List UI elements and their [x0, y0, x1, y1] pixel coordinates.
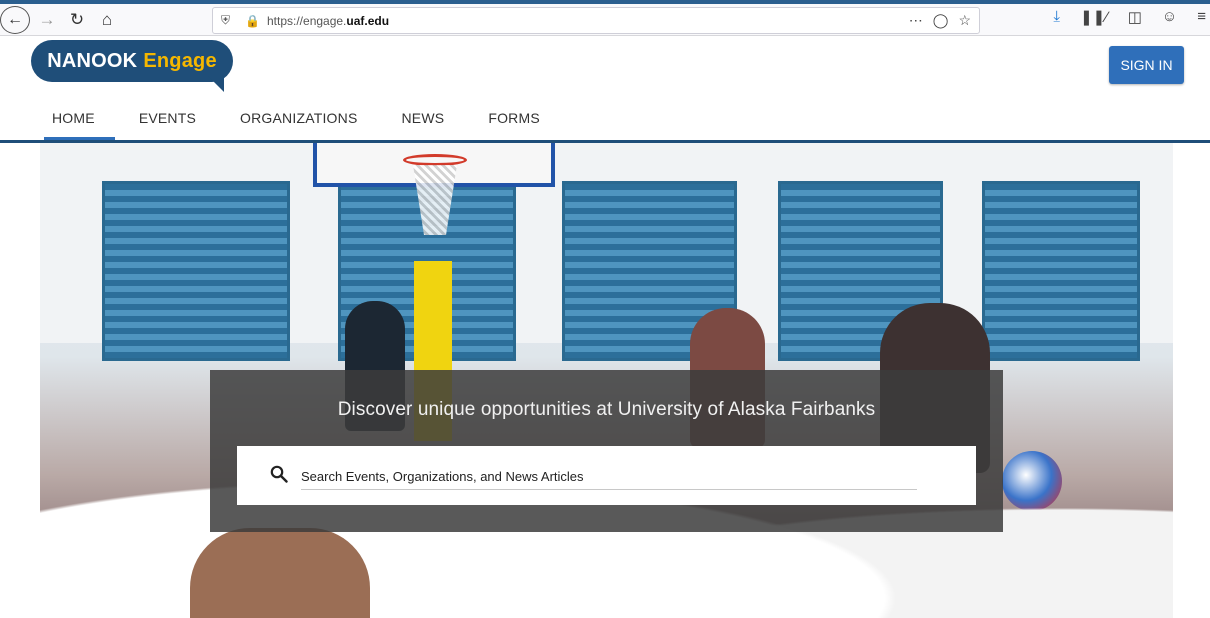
tab-forms[interactable]: FORMS: [488, 106, 540, 140]
logo-text-primary: NANOOK: [47, 49, 138, 72]
tab-events[interactable]: EVENTS: [139, 106, 196, 140]
search-input[interactable]: [301, 464, 917, 490]
basketball-hoop: [403, 154, 467, 166]
library-icon[interactable]: ❚❚∕: [1080, 8, 1108, 26]
search-box[interactable]: [237, 446, 976, 505]
tab-news[interactable]: NEWS: [402, 106, 445, 140]
forward-icon[interactable]: →: [36, 7, 58, 33]
site-header: NANOOK Engage SIGN IN HOME EVENTS ORGANI…: [0, 36, 1210, 143]
logo-text-secondary: Engage: [143, 49, 217, 72]
tab-organizations[interactable]: ORGANIZATIONS: [240, 106, 357, 140]
page-actions-menu-icon[interactable]: ⋯: [909, 12, 923, 29]
hero-tagline: Discover unique opportunities at Univers…: [337, 399, 876, 420]
reload-icon[interactable]: ↻: [66, 7, 88, 33]
account-icon[interactable]: ☺: [1162, 8, 1177, 26]
home-icon[interactable]: ⌂: [96, 7, 118, 33]
tab-home[interactable]: HOME: [44, 106, 115, 140]
back-icon[interactable]: ←: [0, 6, 30, 34]
tracking-shield-icon[interactable]: ⛨: [221, 13, 237, 28]
search-overlay: Discover unique opportunities at Univers…: [210, 370, 1003, 532]
search-icon: [270, 465, 288, 483]
bookmark-star-icon[interactable]: ☆: [958, 12, 971, 29]
address-bar[interactable]: ⛨ 🔒 https://engage. uaf.edu ⋯ ◯ ☆: [212, 7, 980, 34]
page-actions-icons[interactable]: ⋯ ◯ ☆: [909, 12, 971, 29]
menu-icon[interactable]: ≡: [1197, 8, 1206, 26]
lock-icon[interactable]: 🔒: [245, 14, 260, 28]
url-domain: uaf.edu: [346, 13, 390, 28]
main-nav-tabs: HOME EVENTS ORGANIZATIONS NEWS FORMS: [30, 106, 584, 143]
sidebar-icon[interactable]: ◫: [1128, 8, 1142, 26]
gym-window: [982, 181, 1140, 361]
sign-in-button[interactable]: SIGN IN: [1109, 46, 1184, 84]
person: [190, 528, 370, 618]
logo-speech-tail: [208, 76, 224, 92]
nanook-engage-logo[interactable]: NANOOK Engage: [31, 40, 233, 82]
url-prefix: https://engage.: [267, 13, 347, 28]
download-icon[interactable]: ⤓: [1053, 8, 1060, 26]
gym-window: [102, 181, 290, 361]
browser-toolbar: ← → ↻ ⌂ ⛨ 🔒 https://engage. uaf.edu ⋯ ◯ ☆…: [0, 0, 1210, 36]
browser-toolbar-right: ⤓ ❚❚∕ ◫ ☺ ≡: [1053, 8, 1210, 26]
pocket-icon[interactable]: ◯: [933, 12, 949, 29]
